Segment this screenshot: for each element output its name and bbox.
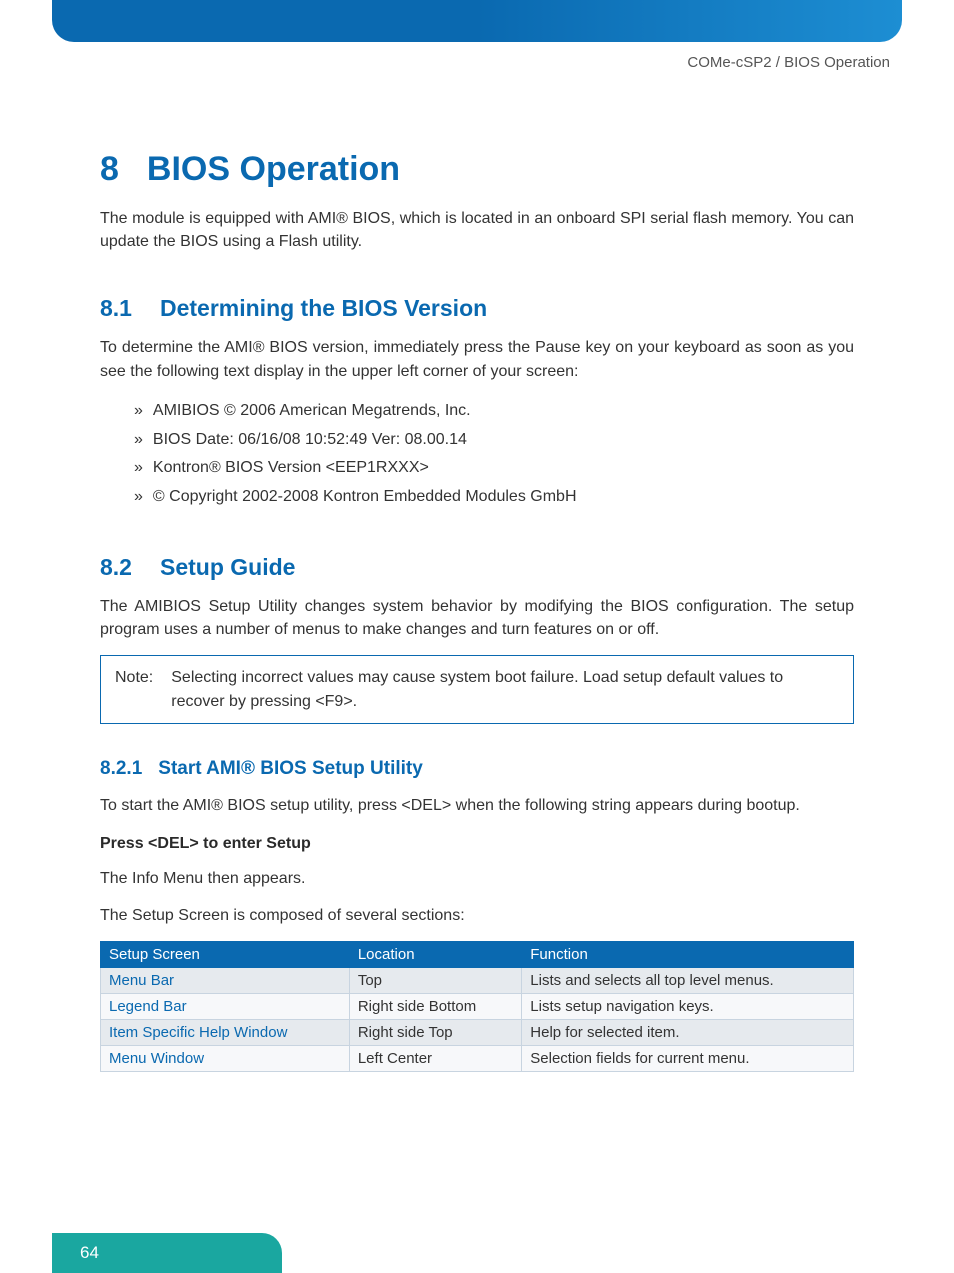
section-8-2-heading: 8.2 Setup Guide	[100, 554, 854, 581]
subsection-p2: The Info Menu then appears.	[100, 867, 854, 890]
breadcrumb: COMe-cSP2 / BIOS Operation	[687, 54, 890, 71]
section-8-1-intro: To determine the AMI® BIOS version, imme…	[100, 336, 854, 382]
note-label: Note:	[115, 666, 153, 712]
chapter-number: 8	[100, 150, 119, 189]
table-cell: Help for selected item.	[522, 1020, 854, 1046]
setup-screen-table: Setup Screen Location Function Menu Bar …	[100, 941, 854, 1072]
subsection-number: 8.2.1	[100, 758, 142, 780]
table-cell: Lists and selects all top level menus.	[522, 968, 854, 994]
page-content: 8 BIOS Operation The module is equipped …	[100, 150, 854, 1072]
table-cell: Lists setup navigation keys.	[522, 994, 854, 1020]
section-8-2-intro: The AMIBIOS Setup Utility changes system…	[100, 595, 854, 641]
subsection-8-2-1-heading: 8.2.1 Start AMI® BIOS Setup Utility	[100, 758, 854, 780]
section-title: Setup Guide	[160, 554, 295, 581]
table-header-row: Setup Screen Location Function	[101, 942, 854, 968]
note-box: Note: Selecting incorrect values may cau…	[100, 655, 854, 723]
chapter-title: BIOS Operation	[147, 150, 400, 189]
table-cell: Legend Bar	[101, 994, 350, 1020]
table-cell: Menu Bar	[101, 968, 350, 994]
table-cell: Menu Window	[101, 1046, 350, 1072]
table-header: Function	[522, 942, 854, 968]
subsection-p1: To start the AMI® BIOS setup utility, pr…	[100, 794, 854, 817]
table-cell: Left Center	[349, 1046, 521, 1072]
subsection-p3: The Setup Screen is composed of several …	[100, 904, 854, 927]
table-cell: Right side Bottom	[349, 994, 521, 1020]
subsection-title: Start AMI® BIOS Setup Utility	[158, 758, 423, 780]
list-item: © Copyright 2002-2008 Kontron Embedded M…	[134, 483, 854, 512]
table-header: Location	[349, 942, 521, 968]
list-item: AMIBIOS © 2006 American Megatrends, Inc.	[134, 397, 854, 426]
bios-version-list: AMIBIOS © 2006 American Megatrends, Inc.…	[134, 397, 854, 512]
section-8-1-heading: 8.1 Determining the BIOS Version	[100, 295, 854, 322]
press-del-instruction: Press <DEL> to enter Setup	[100, 835, 854, 853]
section-number: 8.2	[100, 554, 132, 581]
table-row: Legend Bar Right side Bottom Lists setup…	[101, 994, 854, 1020]
table-cell: Selection fields for current menu.	[522, 1046, 854, 1072]
table-cell: Right side Top	[349, 1020, 521, 1046]
list-item: BIOS Date: 06/16/08 10:52:49 Ver: 08.00.…	[134, 426, 854, 455]
footer-bar: 64	[52, 1233, 282, 1273]
table-row: Item Specific Help Window Right side Top…	[101, 1020, 854, 1046]
note-text: Selecting incorrect values may cause sys…	[171, 666, 839, 712]
chapter-heading: 8 BIOS Operation	[100, 150, 854, 189]
table-cell: Item Specific Help Window	[101, 1020, 350, 1046]
table-row: Menu Bar Top Lists and selects all top l…	[101, 968, 854, 994]
table-cell: Top	[349, 968, 521, 994]
header-bar	[52, 0, 902, 42]
table-header: Setup Screen	[101, 942, 350, 968]
table-row: Menu Window Left Center Selection fields…	[101, 1046, 854, 1072]
page-number: 64	[80, 1243, 99, 1263]
chapter-intro: The module is equipped with AMI® BIOS, w…	[100, 207, 854, 253]
section-title: Determining the BIOS Version	[160, 295, 487, 322]
list-item: Kontron® BIOS Version <EEP1RXXX>	[134, 454, 854, 483]
section-number: 8.1	[100, 295, 132, 322]
